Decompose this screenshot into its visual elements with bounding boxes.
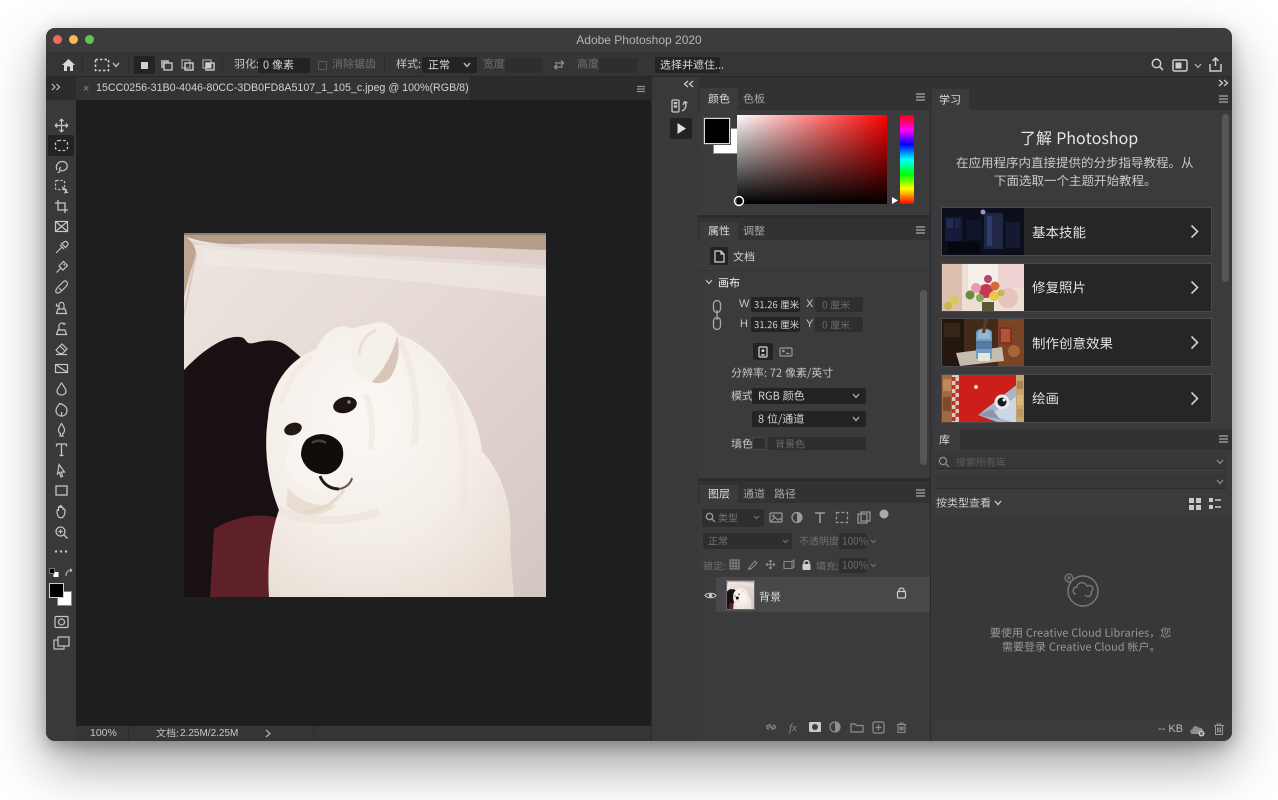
svg-text:fx: fx bbox=[789, 722, 797, 734]
